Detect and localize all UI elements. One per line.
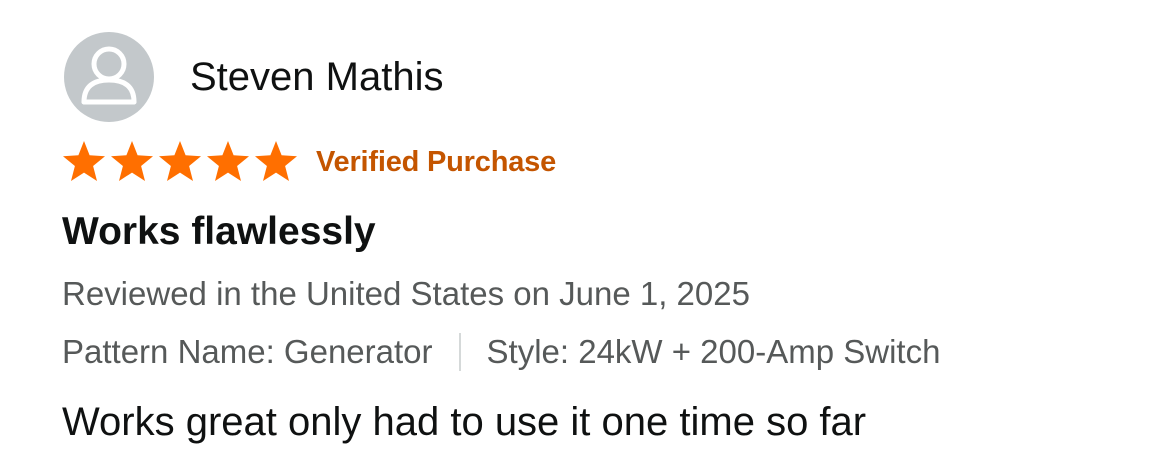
star-icon — [159, 141, 201, 181]
star-rating[interactable] — [60, 138, 300, 186]
review-date: Reviewed in the United States on June 1,… — [62, 275, 750, 312]
reviewer-profile[interactable]: Steven Mathis — [64, 32, 443, 122]
divider — [458, 333, 461, 371]
review-body: Works great only had to use it one time … — [62, 400, 867, 444]
rating-row: Verified Purchase — [60, 138, 556, 186]
review-title[interactable]: Works flawlessly — [62, 208, 376, 256]
star-icon — [111, 141, 153, 181]
star-icon — [207, 141, 249, 181]
verified-purchase-badge: Verified Purchase — [316, 145, 556, 178]
reviewer-name[interactable]: Steven Mathis — [190, 57, 443, 97]
style-name: Style: 24kW + 200-Amp Switch — [486, 333, 941, 370]
avatar — [64, 32, 154, 122]
pattern-name: Pattern Name: Generator — [62, 333, 433, 370]
default-user-avatar-icon — [81, 46, 137, 105]
star-icon — [63, 141, 105, 181]
star-icon — [255, 141, 297, 181]
variant-info: Pattern Name: Generator Style: 24kW + 20… — [62, 330, 940, 374]
review-card: Steven Mathis Verified Purchase Works fl… — [0, 0, 1170, 470]
